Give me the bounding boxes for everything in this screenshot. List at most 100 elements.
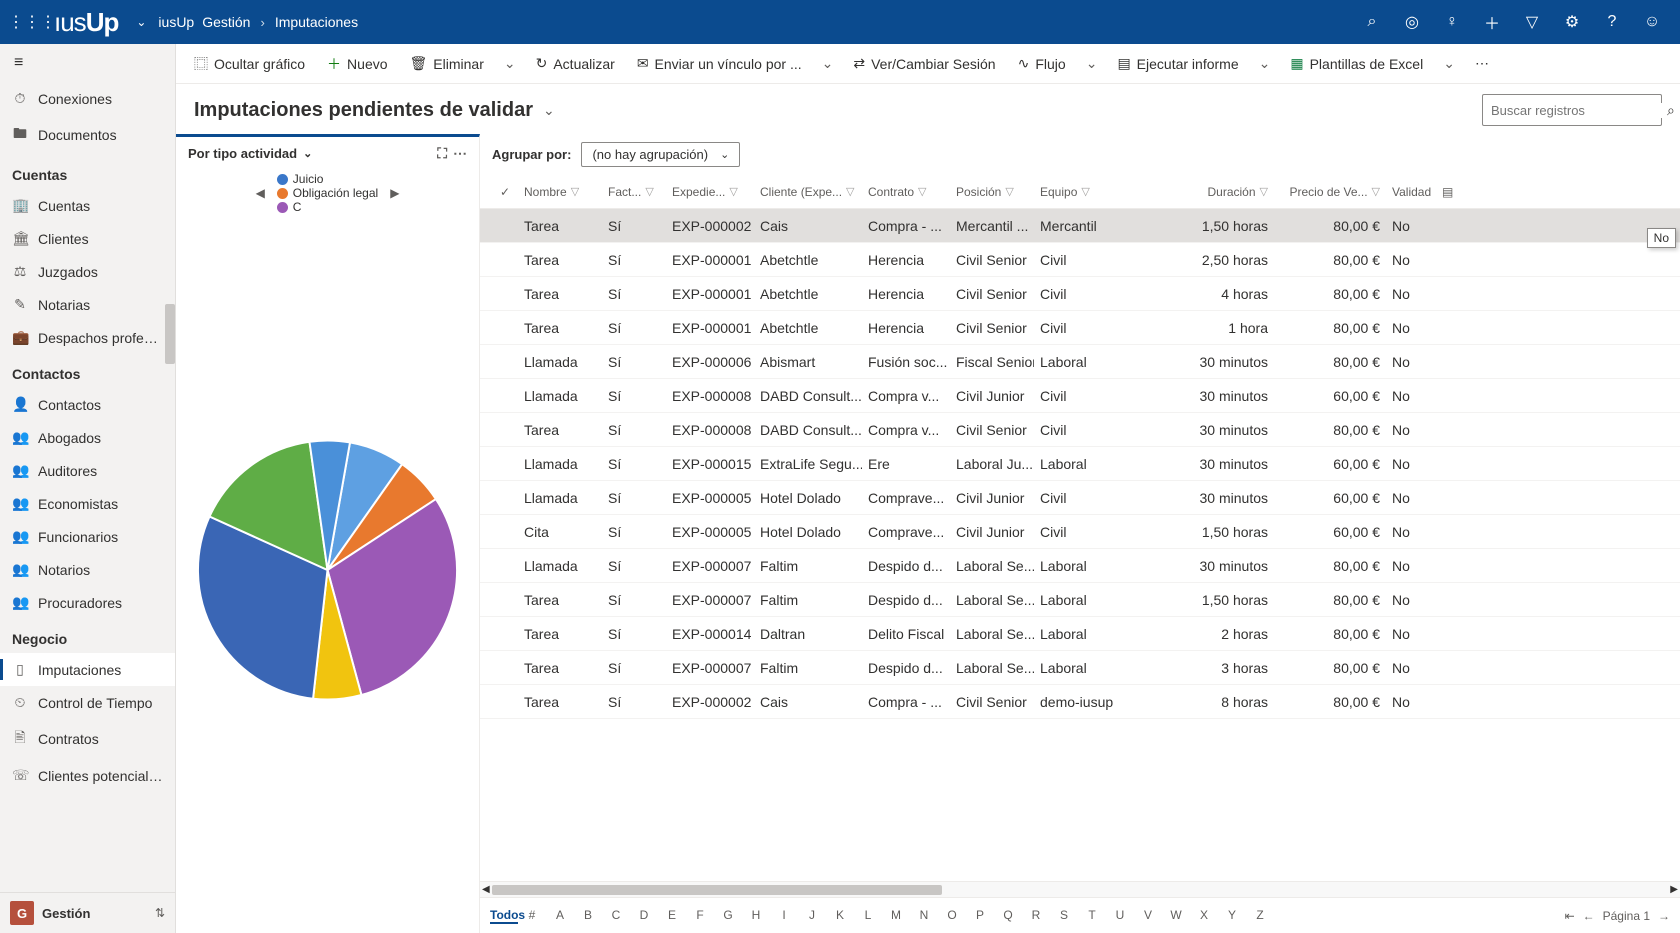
- horizontal-scrollbar[interactable]: ◀ ▶: [480, 881, 1680, 897]
- col-equipo[interactable]: Equipo▽: [1034, 185, 1118, 199]
- letter-filter[interactable]: M: [882, 908, 910, 924]
- table-row[interactable]: Llamada Sí EXP-000005 Hotel Dolado Compr…: [480, 481, 1680, 515]
- table-row[interactable]: Llamada Sí EXP-000006 Abismart Fusión so…: [480, 345, 1680, 379]
- table-row[interactable]: Tarea Sí EXP-000007 Faltim Despido d... …: [480, 651, 1680, 685]
- letter-filter[interactable]: S: [1050, 908, 1078, 924]
- target-icon[interactable]: ◎: [1392, 12, 1432, 32]
- delete-button[interactable]: 🗑Eliminar: [400, 49, 494, 78]
- letter-filter[interactable]: V: [1134, 908, 1162, 924]
- session-button[interactable]: ⇄Ver/Cambiar Sesión: [843, 49, 1005, 78]
- add-icon[interactable]: ＋: [1472, 10, 1512, 34]
- letter-filter[interactable]: D: [630, 908, 658, 924]
- app-switcher[interactable]: G Gestión ⇅: [0, 892, 175, 933]
- letter-filter[interactable]: G: [714, 908, 742, 924]
- refresh-button[interactable]: ↻Actualizar: [526, 49, 625, 78]
- delete-split-icon[interactable]: ⌄: [496, 51, 524, 76]
- letter-filter[interactable]: K: [826, 908, 854, 924]
- chart-title-chevron-icon[interactable]: ⌄: [303, 147, 312, 160]
- sidebar-item[interactable]: 👥Economistas: [0, 487, 175, 520]
- table-row[interactable]: Tarea Sí EXP-000002 Cais Compra - ... Me…: [480, 209, 1680, 243]
- letter-filter[interactable]: E: [658, 908, 686, 924]
- quick-search[interactable]: ⌕: [1482, 94, 1662, 126]
- sidebar-item[interactable]: 🏢Cuentas: [0, 189, 175, 222]
- letter-filter[interactable]: W: [1162, 908, 1190, 924]
- col-nombre[interactable]: Nombre▽: [518, 185, 602, 199]
- letter-filter[interactable]: T: [1078, 908, 1106, 924]
- product-logo[interactable]: ıusUp: [44, 7, 128, 38]
- table-row[interactable]: Tarea Sí EXP-000001 Abetchtle Herencia C…: [480, 277, 1680, 311]
- letter-filter[interactable]: J: [798, 908, 826, 924]
- hide-chart-button[interactable]: ⿴Ocultar gráfico: [184, 48, 315, 80]
- legend-item[interactable]: Obligación legal: [277, 186, 378, 200]
- letter-filter[interactable]: O: [938, 908, 966, 924]
- table-row[interactable]: Tarea Sí EXP-000001 Abetchtle Herencia C…: [480, 311, 1680, 345]
- sidebar-item[interactable]: 👥Auditores: [0, 454, 175, 487]
- pie-chart[interactable]: [188, 214, 467, 925]
- search-input[interactable]: [1491, 103, 1667, 118]
- search-icon[interactable]: ⌕: [1352, 13, 1392, 31]
- flow-button[interactable]: ∿Flujo: [1008, 49, 1076, 78]
- sidebar-item[interactable]: ⏱Conexiones: [0, 82, 175, 115]
- help-icon[interactable]: ?: [1592, 13, 1632, 31]
- group-by-select[interactable]: (no hay agrupación) ⌄: [581, 142, 740, 167]
- letter-filter[interactable]: F: [686, 908, 714, 924]
- letter-filter[interactable]: A: [546, 908, 574, 924]
- select-all-checkbox[interactable]: ✓: [492, 185, 518, 199]
- col-duracion[interactable]: Duración▽: [1118, 185, 1274, 199]
- col-validado[interactable]: Validad: [1386, 185, 1436, 199]
- breadcrumb-root[interactable]: iusUp: [154, 14, 198, 30]
- excel-templates-button[interactable]: ▦Plantillas de Excel: [1280, 49, 1433, 78]
- sidebar-item[interactable]: ⚖Juzgados: [0, 255, 175, 288]
- letter-filter[interactable]: C: [602, 908, 630, 924]
- settings-icon[interactable]: ⚙: [1552, 12, 1592, 32]
- legend-item[interactable]: C: [277, 200, 378, 214]
- email-link-button[interactable]: ✉Enviar un vínculo por ...: [627, 49, 812, 78]
- col-posicion[interactable]: Posición▽: [950, 185, 1034, 199]
- page-next-icon[interactable]: →: [1658, 909, 1670, 923]
- table-row[interactable]: Llamada Sí EXP-000007 Faltim Despido d..…: [480, 549, 1680, 583]
- letter-filter[interactable]: Q: [994, 908, 1022, 924]
- letter-filter[interactable]: P: [966, 908, 994, 924]
- sidebar-item[interactable]: 👤Contactos: [0, 388, 175, 421]
- letter-filter[interactable]: N: [910, 908, 938, 924]
- new-button[interactable]: ＋Nuevo: [317, 48, 397, 80]
- breadcrumb-page[interactable]: Imputaciones: [271, 14, 362, 30]
- letter-filter[interactable]: #: [518, 908, 546, 924]
- view-selector-icon[interactable]: ⌄: [543, 102, 555, 119]
- col-cliente[interactable]: Cliente (Expe...▽: [754, 185, 862, 199]
- table-row[interactable]: Cita Sí EXP-000005 Hotel Dolado Comprave…: [480, 515, 1680, 549]
- chart-expand-icon[interactable]: ⛶: [437, 145, 447, 162]
- flow-split-icon[interactable]: ⌄: [1078, 51, 1106, 76]
- sidebar-item[interactable]: 👥Funcionarios: [0, 520, 175, 553]
- chart-more-icon[interactable]: ⋯: [453, 145, 467, 162]
- sidebar-item[interactable]: ✎Notarias: [0, 288, 175, 321]
- table-row[interactable]: Llamada Sí EXP-000015 ExtraLife Segu... …: [480, 447, 1680, 481]
- col-edit-icon[interactable]: ▤: [1436, 185, 1456, 199]
- sidebar-item[interactable]: 🏛Clientes: [0, 222, 175, 255]
- sidebar-item[interactable]: 👥Notarios: [0, 553, 175, 586]
- page-prev-icon[interactable]: ←: [1583, 909, 1595, 923]
- app-switcher-arrows-icon[interactable]: ⇅: [155, 906, 165, 920]
- filter-icon[interactable]: ▽: [1512, 12, 1552, 32]
- letter-filter[interactable]: I: [770, 908, 798, 924]
- letter-filter[interactable]: U: [1106, 908, 1134, 924]
- sidebar-item[interactable]: 🖹Contratos: [0, 719, 175, 759]
- letter-filter[interactable]: R: [1022, 908, 1050, 924]
- lightbulb-icon[interactable]: ♀: [1432, 13, 1472, 31]
- letter-filter[interactable]: Z: [1246, 908, 1274, 924]
- logo-chevron-icon[interactable]: ⌄: [128, 15, 154, 29]
- breadcrumb-area[interactable]: Gestión: [198, 14, 254, 30]
- letter-filter[interactable]: Todos: [490, 908, 518, 924]
- hamburger-icon[interactable]: ≡: [0, 44, 175, 82]
- col-precio[interactable]: Precio de Ve...▽: [1274, 185, 1386, 199]
- legend-prev-icon[interactable]: ◀: [252, 186, 269, 200]
- sidebar-scrollbar[interactable]: [165, 304, 175, 364]
- page-first-icon[interactable]: ⇤: [1565, 909, 1575, 923]
- scroll-thumb[interactable]: [492, 885, 942, 895]
- col-contrato[interactable]: Contrato▽: [862, 185, 950, 199]
- sidebar-item[interactable]: ⏲Control de Tiempo: [0, 686, 175, 719]
- table-row[interactable]: Tarea Sí EXP-000007 Faltim Despido d... …: [480, 583, 1680, 617]
- letter-filter[interactable]: X: [1190, 908, 1218, 924]
- legend-item[interactable]: Juicio: [277, 172, 378, 186]
- letter-filter[interactable]: Y: [1218, 908, 1246, 924]
